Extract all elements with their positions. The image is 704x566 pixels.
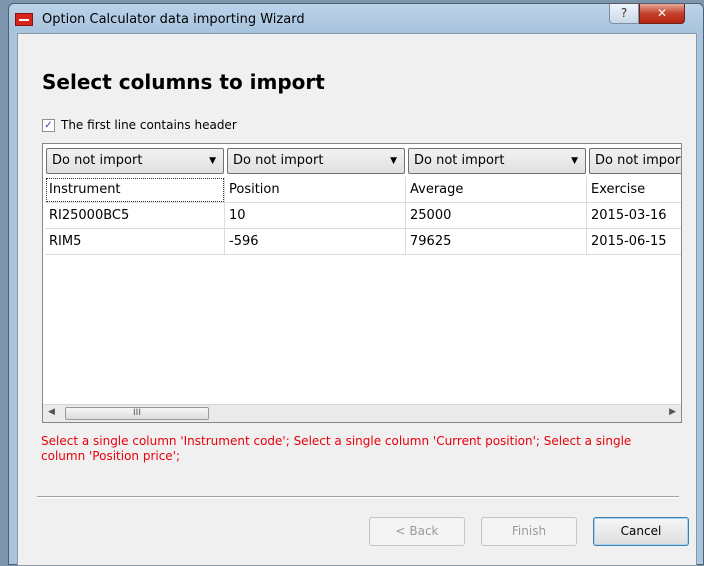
header-checkbox-label[interactable]: The first line contains header: [61, 118, 237, 132]
divider: [37, 496, 679, 498]
validation-error-message: Select a single column 'Instrument code'…: [41, 434, 632, 463]
column-selector-3[interactable]: Do not import ▼: [408, 148, 586, 174]
cancel-button[interactable]: Cancel: [593, 517, 689, 546]
import-grid: Do not import ▼ Do not import ▼ Do not imp…: [42, 143, 682, 423]
header-checkbox[interactable]: ✓: [42, 119, 55, 132]
table-cell[interactable]: RIM5: [45, 229, 225, 255]
header-cell[interactable]: Exercise: [587, 177, 681, 203]
finish-button[interactable]: Finish: [481, 517, 577, 546]
table-cell[interactable]: 2015-06-15: [587, 229, 681, 255]
back-button[interactable]: < Back: [369, 517, 465, 546]
app-icon: [15, 13, 33, 26]
header-cell[interactable]: Position: [225, 177, 406, 203]
table-cell[interactable]: 2015-03-16: [587, 203, 681, 229]
table-cell[interactable]: 10: [225, 203, 406, 229]
chevron-down-icon: ▼: [209, 156, 216, 166]
scrollbar-thumb[interactable]: III: [65, 407, 209, 420]
window-title: Option Calculator data importing Wizard: [42, 12, 305, 27]
table-cell[interactable]: -596: [225, 229, 406, 255]
scroll-right-icon[interactable]: ▶: [669, 407, 676, 417]
table-cell[interactable]: RI25000BC5: [45, 203, 225, 229]
help-button[interactable]: ?: [609, 4, 639, 24]
title-bar[interactable]: Option Calculator data importing Wizard …: [9, 4, 703, 34]
horizontal-scrollbar[interactable]: ◀ III ▶: [43, 404, 681, 422]
scroll-left-icon[interactable]: ◀: [48, 407, 55, 417]
page-title: Select columns to import: [42, 70, 325, 94]
header-cell[interactable]: Average: [406, 177, 587, 203]
column-selector-4[interactable]: Do not import: [589, 148, 681, 174]
table-cell[interactable]: 25000: [406, 203, 587, 229]
chevron-down-icon: ▼: [390, 156, 397, 166]
column-selector-2[interactable]: Do not import ▼: [227, 148, 405, 174]
header-cell[interactable]: Instrument: [45, 177, 225, 203]
table-cell[interactable]: 79625: [406, 229, 587, 255]
close-button[interactable]: ✕: [639, 4, 685, 24]
column-selector-1[interactable]: Do not import ▼: [46, 148, 224, 174]
chevron-down-icon: ▼: [571, 156, 578, 166]
